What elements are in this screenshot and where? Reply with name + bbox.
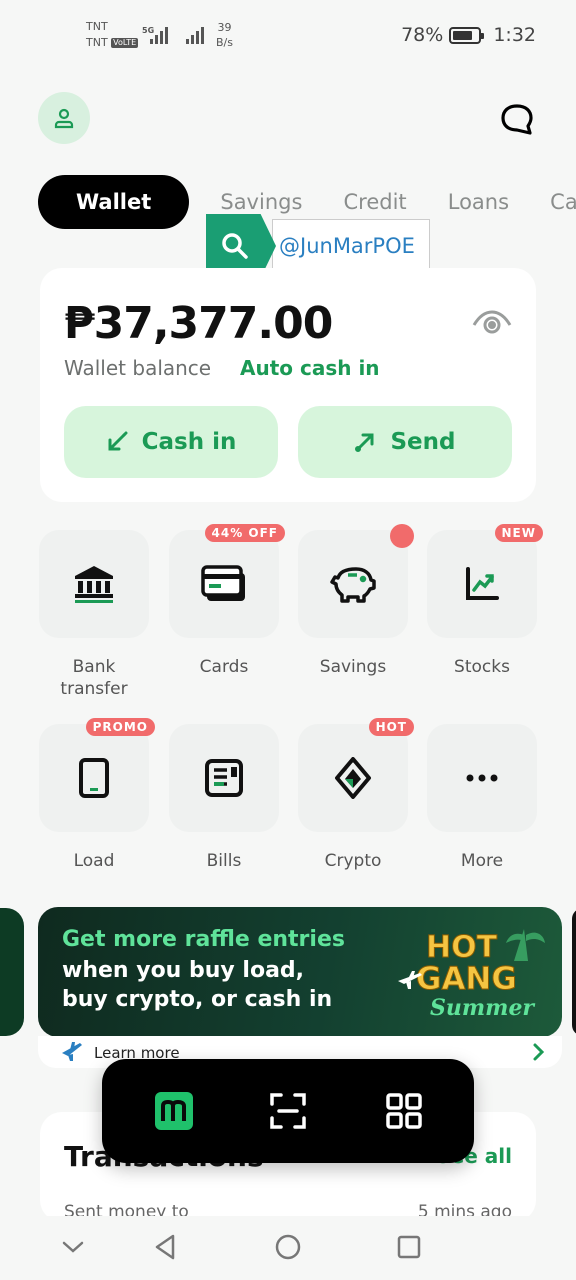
maya-logo-icon — [155, 1092, 193, 1130]
send-button[interactable]: Send — [298, 406, 512, 478]
service-tile — [427, 724, 537, 832]
chat-button[interactable] — [500, 102, 534, 136]
service-bills[interactable]: Bills — [169, 724, 279, 872]
chat-bubble-icon — [501, 104, 533, 135]
profile-avatar-button[interactable] — [38, 92, 90, 144]
service-tile — [169, 724, 279, 832]
floating-dock — [102, 1059, 474, 1163]
promo-art-title-3: Summer — [430, 995, 535, 1021]
service-label: Savings — [319, 657, 387, 677]
status-right: 78% 1:32 — [401, 24, 536, 46]
service-tile — [39, 530, 149, 638]
carrier-2: TNT — [86, 36, 108, 49]
promo-banner[interactable]: Get more raffle entries when you buy loa… — [38, 907, 562, 1037]
stocks-chart-icon — [466, 567, 499, 600]
hot-badge: HOT — [368, 718, 414, 736]
bills-icon — [205, 759, 243, 797]
service-tile: HOT — [298, 718, 414, 832]
wallet-balance-amount: ₱37,377.00 — [64, 298, 333, 349]
promo-subline-1: when you buy load, — [62, 958, 305, 983]
bank-icon — [75, 566, 113, 603]
scan-icon — [270, 1093, 306, 1129]
service-savings[interactable]: Savings — [298, 524, 414, 678]
home-dock-button[interactable] — [150, 1087, 198, 1135]
carrier-info: TNT TNT VoLTE — [86, 19, 139, 51]
volte-badge: VoLTE — [111, 38, 139, 48]
service-label: Crypto — [324, 851, 382, 871]
service-bank-transfer[interactable]: Bank transfer — [39, 530, 149, 700]
recents-icon[interactable] — [394, 1232, 424, 1262]
service-tile — [298, 524, 414, 638]
toggle-balance-visibility-button[interactable] — [472, 308, 512, 338]
service-label: Bank transfer — [60, 657, 128, 699]
speed-value: 39 — [217, 21, 232, 34]
service-stocks[interactable]: NEW Stocks — [427, 524, 543, 678]
clock: 1:32 — [493, 24, 536, 46]
network-speed: 39 B/s — [216, 20, 233, 50]
auto-cash-in-link[interactable]: Auto cash in — [240, 356, 380, 380]
eye-icon — [472, 310, 512, 334]
watermark-handle: @JunMarPOE — [272, 219, 430, 273]
arrow-up-right-icon — [355, 433, 374, 452]
promo-headline: Get more raffle entries — [62, 927, 345, 952]
home-icon[interactable] — [273, 1232, 303, 1262]
chevron-down-icon[interactable] — [58, 1232, 88, 1262]
more-dots-icon — [466, 774, 498, 782]
promo-art-title-2: GANG — [416, 961, 517, 997]
signal-icon-2 — [186, 24, 204, 44]
wallet-balance-label: Wallet balance — [64, 356, 212, 380]
phone-icon — [79, 758, 109, 798]
service-tile: 44% OFF — [169, 524, 285, 638]
tab-loans[interactable]: Loans — [448, 174, 509, 230]
promo-badge: PROMO — [85, 718, 155, 736]
crypto-icon — [335, 757, 371, 799]
piggy-bank-icon — [330, 567, 376, 603]
balance-card: ₱37,377.00 Wallet balance Auto cash in C… — [40, 268, 536, 502]
send-label: Send — [390, 429, 456, 455]
service-load[interactable]: PROMO Load — [39, 718, 155, 872]
promo-art-title-1: HOT — [426, 930, 498, 965]
service-label: Stocks — [454, 657, 510, 677]
airplane-icon — [62, 1042, 82, 1061]
service-cards[interactable]: 44% OFF Cards — [169, 524, 285, 678]
grid-menu-icon — [386, 1093, 422, 1129]
service-crypto[interactable]: HOT Crypto — [298, 718, 414, 872]
service-label: Load — [73, 851, 115, 871]
status-bar: TNT TNT VoLTE 5G 39 B/s 78% 1:32 — [0, 0, 576, 72]
service-more[interactable]: More — [427, 724, 537, 872]
promo-next-card[interactable] — [572, 908, 576, 1036]
carrier-1: TNT — [86, 20, 108, 33]
new-badge: NEW — [494, 524, 543, 542]
arrow-down-left-icon — [108, 431, 128, 451]
user-icon — [54, 108, 74, 129]
service-tile: NEW — [427, 524, 543, 638]
notification-dot — [390, 524, 414, 548]
service-label: More — [460, 851, 504, 871]
hot-gang-summer-logo: HOT GANG Summer — [398, 929, 545, 1021]
apps-menu-button[interactable] — [380, 1087, 428, 1135]
cards-icon — [201, 565, 245, 601]
promo-previous-card[interactable] — [0, 908, 24, 1036]
cash-in-label: Cash in — [141, 429, 237, 455]
back-icon[interactable] — [150, 1232, 180, 1262]
scan-qr-button[interactable] — [264, 1087, 312, 1135]
tab-cards-partial[interactable]: Ca — [550, 174, 576, 230]
chevron-right-icon — [533, 1043, 545, 1061]
service-label: Cards — [199, 657, 249, 677]
battery-percent: 78% — [401, 24, 444, 46]
promo-subline-2: buy crypto, or cash in — [62, 987, 333, 1012]
cash-in-button[interactable]: Cash in — [64, 406, 278, 478]
system-nav-bar — [0, 1216, 576, 1280]
signal-icon — [150, 24, 168, 44]
speed-unit: B/s — [216, 36, 233, 49]
service-label: Bills — [206, 851, 242, 871]
tab-wallet[interactable]: Wallet — [38, 175, 190, 229]
service-tile: PROMO — [39, 718, 155, 832]
battery-icon — [449, 26, 485, 44]
discount-badge: 44% OFF — [204, 524, 285, 542]
